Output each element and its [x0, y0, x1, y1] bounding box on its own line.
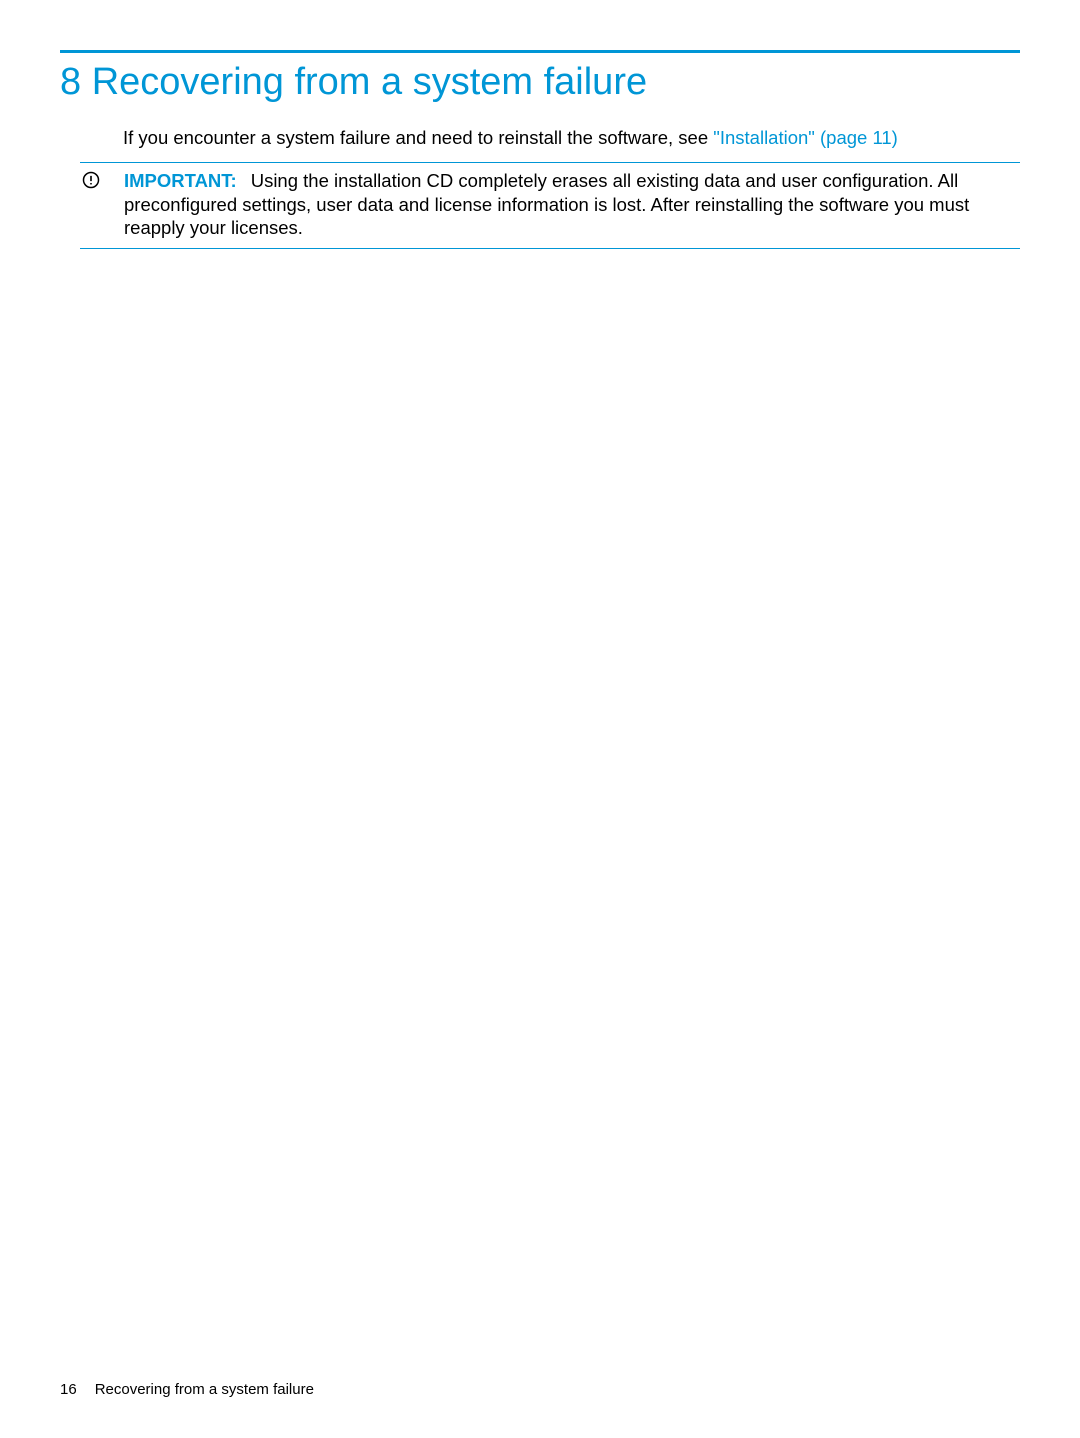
important-icon: [82, 171, 100, 189]
footer-page-number: 16: [60, 1381, 77, 1398]
important-callout: IMPORTANT:Using the installation CD comp…: [80, 162, 1020, 249]
callout-body: IMPORTANT:Using the installation CD comp…: [124, 169, 1020, 240]
xref-installation-link[interactable]: "Installation" (page 11): [713, 127, 898, 148]
page-container: 8 Recovering from a system failure If yo…: [0, 0, 1080, 1438]
top-rule: [60, 50, 1020, 53]
footer-section-title: Recovering from a system failure: [95, 1381, 314, 1398]
callout-label: IMPORTANT:: [124, 170, 237, 191]
intro-paragraph: If you encounter a system failure and ne…: [123, 126, 1020, 150]
callout-body-text: Using the installation CD completely era…: [124, 170, 969, 238]
intro-prefix: If you encounter a system failure and ne…: [123, 127, 713, 148]
page-footer: 16 Recovering from a system failure: [60, 1381, 314, 1398]
chapter-heading: 8 Recovering from a system failure: [60, 61, 1020, 104]
